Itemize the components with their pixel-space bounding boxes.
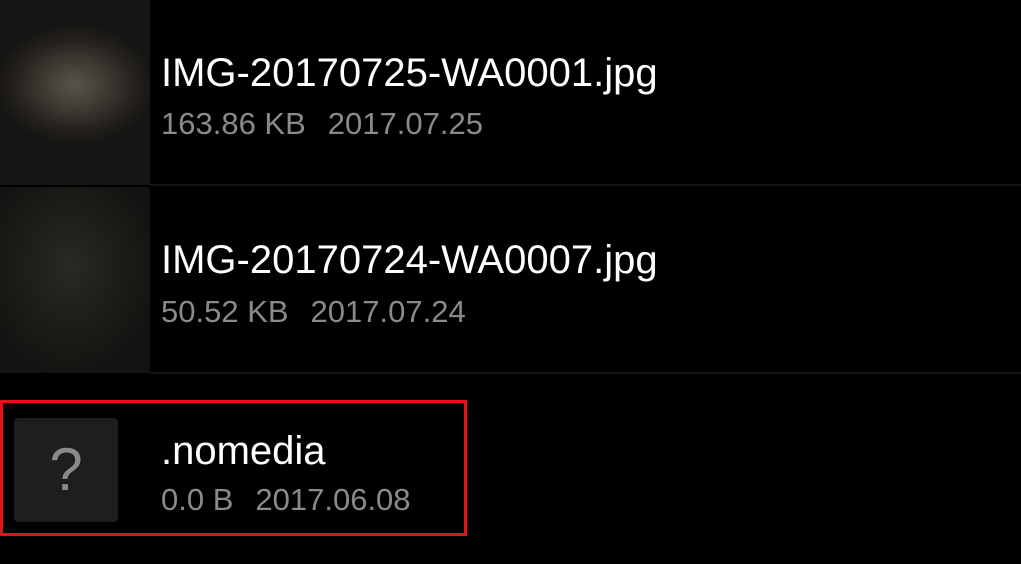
file-name: .nomedia	[161, 429, 326, 473]
file-size: 0.0 B	[161, 482, 234, 517]
file-size: 163.86 KB	[161, 106, 306, 141]
file-row-img-20170724[interactable]: IMG-20170724-WA0007.jpg 50.52 KB 2017.07.…	[0, 187, 1021, 373]
file-name: IMG-20170725-WA0001.jpg	[161, 51, 658, 95]
file-date: 2017.07.24	[310, 294, 466, 329]
file-date: 2017.07.25	[327, 106, 483, 141]
file-meta: 0.0 B 2017.06.08	[161, 484, 411, 515]
file-list: IMG-20170725-WA0001.jpg 163.86 KB 2017.07…	[0, 0, 1021, 564]
row-divider	[150, 372, 1021, 374]
photo-thumbnail	[0, 187, 150, 373]
file-row-nomedia[interactable]: ? .nomedia 0.0 B 2017.06.08	[0, 375, 1021, 564]
file-meta: 163.86 KB 2017.07.25	[161, 108, 483, 139]
row-divider	[150, 184, 1021, 186]
unknown-file-icon: ?	[14, 418, 118, 522]
file-meta: 50.52 KB 2017.07.24	[161, 296, 466, 327]
file-date: 2017.06.08	[255, 482, 411, 517]
file-size: 50.52 KB	[161, 294, 289, 329]
photo-thumbnail	[0, 0, 150, 185]
question-mark-icon: ?	[49, 436, 83, 503]
file-row-img-20170725[interactable]: IMG-20170725-WA0001.jpg 163.86 KB 2017.07…	[0, 0, 1021, 185]
file-name: IMG-20170724-WA0007.jpg	[161, 238, 658, 282]
